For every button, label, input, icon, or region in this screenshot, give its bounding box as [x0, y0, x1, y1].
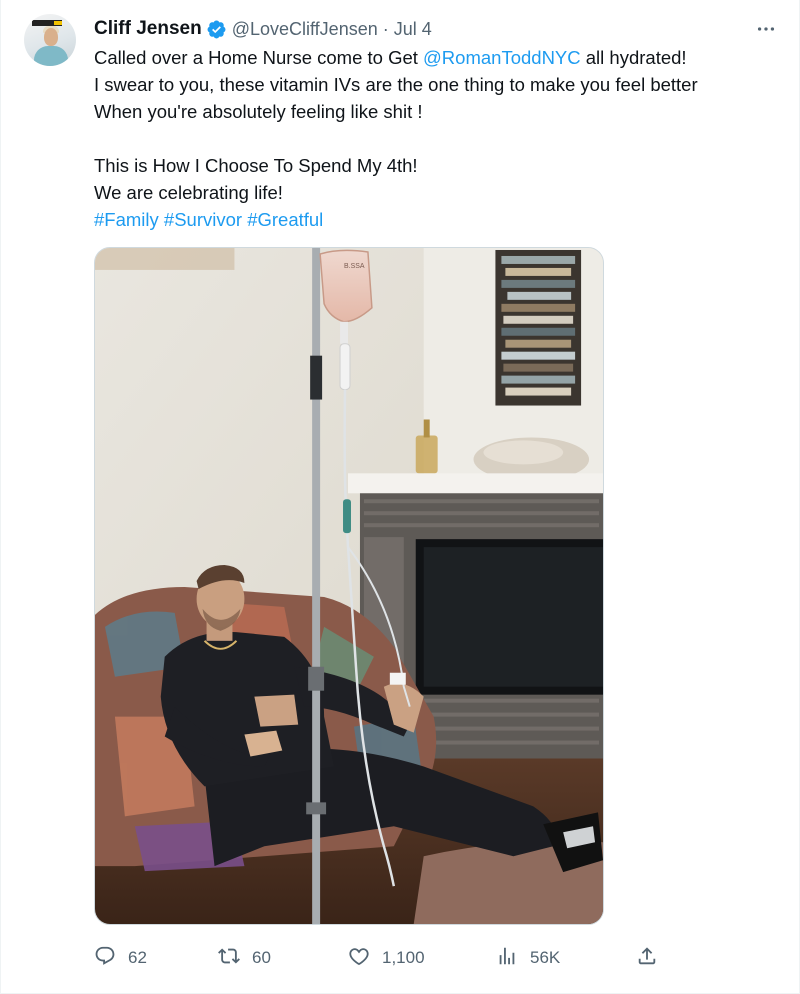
iv-bag-label: B.SSA — [344, 263, 365, 270]
separator-dot: · — [382, 18, 389, 39]
verified-badge-icon[interactable] — [206, 19, 227, 40]
share-icon — [636, 945, 658, 972]
reply-button[interactable]: 62 — [94, 944, 147, 972]
tweet-date[interactable]: Jul 4 — [394, 19, 432, 40]
share-button[interactable] — [636, 944, 658, 972]
hashtag-link[interactable]: #Greatful — [247, 209, 323, 230]
left-border — [0, 0, 1, 994]
like-count: 1,100 — [382, 948, 425, 967]
tweet-header: Cliff Jensen @LoveCliffJensen · Jul 4 — [94, 16, 432, 42]
line1-suffix: all hydrated! — [580, 47, 687, 68]
avatar-body — [34, 46, 68, 66]
repost-count: 60 — [252, 948, 271, 967]
tweet-line-5: We are celebrating life! — [94, 182, 283, 203]
repost-icon — [218, 945, 240, 972]
reply-count: 62 — [128, 948, 147, 967]
tweet-line-4: This is How I Choose To Spend My 4th! — [94, 155, 418, 176]
line1-prefix: Called over a Home Nurse come to Get — [94, 47, 424, 68]
views-icon — [496, 945, 518, 972]
author-handle[interactable]: @LoveCliffJensen — [232, 19, 378, 40]
tweet-actions: 62 60 1,100 56K — [94, 944, 664, 972]
tweet-line-3: When you're absolutely feeling like shit… — [94, 101, 423, 122]
hashtag-link[interactable]: #Survivor — [164, 209, 242, 230]
tweet-text: Called over a Home Nurse come to Get @Ro… — [94, 44, 784, 233]
tweet-photo[interactable]: B.SSA — [94, 247, 604, 925]
like-icon — [348, 945, 370, 972]
photo-illustration: B.SSA — [95, 248, 603, 924]
tweet-line-1: Called over a Home Nurse come to Get @Ro… — [94, 44, 784, 71]
reply-icon — [94, 945, 116, 972]
hashtag-link[interactable]: #Family — [94, 209, 159, 230]
avatar[interactable] — [24, 14, 76, 66]
repost-button[interactable]: 60 — [218, 944, 271, 972]
avatar-banner-accent — [54, 21, 62, 25]
mention-link[interactable]: @RomanToddNYC — [423, 47, 581, 68]
views-count: 56K — [530, 948, 561, 967]
hashtag-line: #Family #Survivor #Greatful — [94, 206, 784, 233]
more-options-icon[interactable] — [752, 18, 780, 40]
avatar-face — [44, 28, 58, 46]
tweet-line-2: I swear to you, these vitamin IVs are th… — [94, 74, 698, 95]
like-button[interactable]: 1,100 — [348, 944, 425, 972]
views-button[interactable]: 56K — [496, 944, 560, 972]
author-name[interactable]: Cliff Jensen — [94, 18, 202, 40]
